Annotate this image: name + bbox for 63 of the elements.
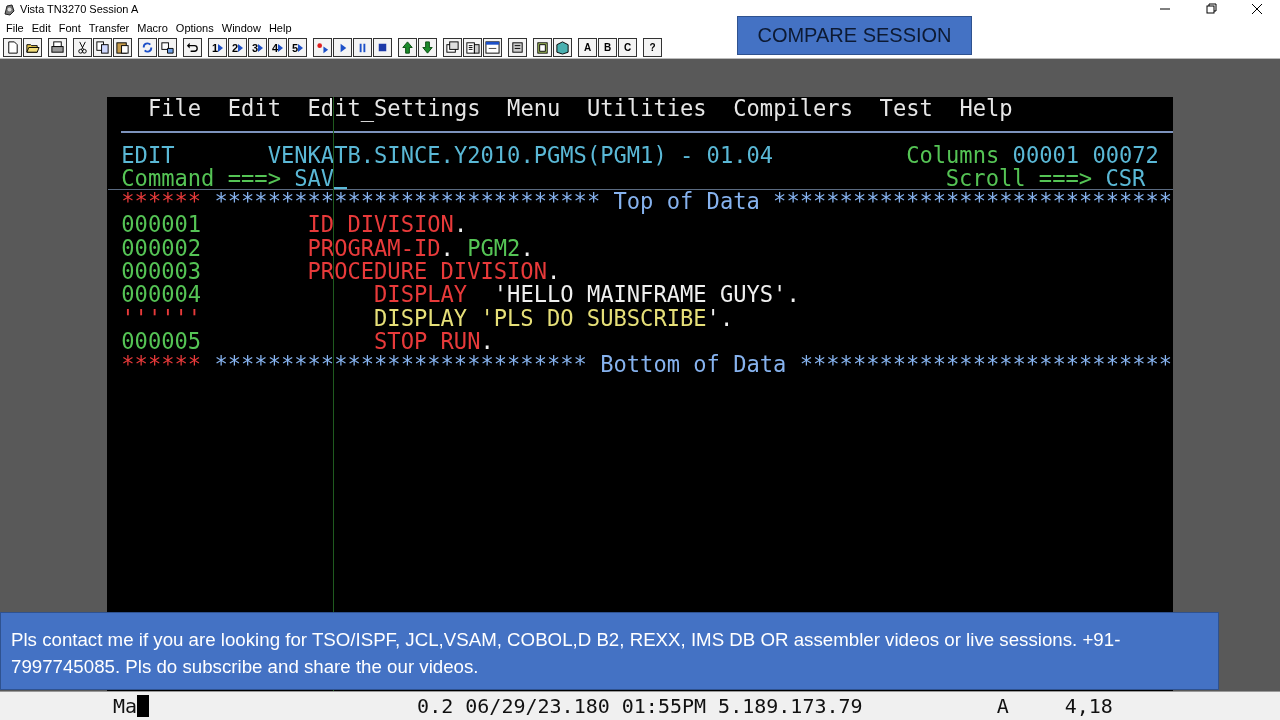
toolbar-button[interactable]: B [598,38,617,57]
arrow-icon [238,43,244,52]
code-text: . [520,234,534,261]
up-icon[interactable] [398,38,417,57]
code-text: PGM2 [467,234,521,261]
action-bar-item[interactable]: Help [959,97,1013,121]
toolbar-button[interactable]: A [578,38,597,57]
cursor-position: 4,18 [1064,694,1113,718]
macro-button[interactable]: 1 [208,38,227,57]
data-marker: ****** [121,351,202,378]
refresh-icon[interactable] [138,38,157,57]
stop-icon[interactable] [373,38,392,57]
action-bar-item[interactable]: Utilities [586,97,707,121]
open-icon[interactable] [23,38,42,57]
action-bar-item[interactable]: Edit_Settings [307,97,481,121]
screen-icon[interactable] [483,38,502,57]
action-bar-item[interactable]: Test [879,97,933,121]
menubar-entry[interactable]: Help [264,21,296,34]
swap-icon[interactable] [158,38,177,57]
action-bar-item[interactable]: Compilers [733,97,853,121]
action-bar-item[interactable]: Menu [507,97,561,121]
menubar-entry[interactable]: Transfer [84,21,134,34]
mode-indicator: A [996,694,1009,718]
arrow-icon [298,43,304,52]
arrow-icon [258,43,264,52]
app-icon [3,2,16,16]
clipboard-icon[interactable] [533,38,552,57]
action-bar-item[interactable]: File [147,97,202,121]
paste-icon[interactable] [113,38,132,57]
cut-icon[interactable] [73,38,92,57]
menubar-entry[interactable]: Macro [133,21,172,34]
menubar-entry[interactable]: Edit [27,21,55,34]
print-icon[interactable] [48,38,67,57]
pages-icon[interactable] [463,38,482,57]
macro-button[interactable]: 2 [228,38,247,57]
toolbar-button[interactable]: C [618,38,637,57]
text-cursor [334,186,348,189]
macro-button[interactable]: 3 [248,38,267,57]
play-icon[interactable] [333,38,352,57]
macro-button[interactable]: 4 [268,38,287,57]
arrow-icon [278,43,284,52]
down-icon[interactable] [418,38,437,57]
menubar-entry[interactable]: Options [171,21,218,34]
session-info: 0.2 06/29/23.180 01:55PM 5.189.173.79 [417,694,863,718]
windows-icon[interactable] [443,38,462,57]
caption-banner: COMPARE SESSION [737,16,972,55]
data-marker: **************************** Bottom of Data **************************** [214,351,1173,378]
block-cursor [137,695,150,717]
menubar-entry[interactable]: Font [54,21,85,34]
new-icon[interactable] [3,38,22,57]
undo-icon[interactable] [183,38,202,57]
menubar-entry[interactable]: File [2,21,28,34]
copy-icon[interactable] [93,38,112,57]
record-icon[interactable] [313,38,332,57]
arrow-icon [218,43,224,52]
window-title: Vista TN3270 Session A [20,3,140,15]
toolbar-button[interactable]: ? [643,38,662,57]
action-bar-item[interactable]: Edit [227,97,281,121]
pause-icon[interactable] [353,38,372,57]
input-text: Ma [113,694,138,718]
caption-note: Pls contact me if you are looking for TSO/ISPF, JCL,VSAM, COBOL,D B2, REXX, IMS DB OR assembler videos or live sessions. +91-7997745085. Pls do subscribe and share the our videos. [0,612,1219,690]
menubar-entry[interactable]: Window [217,21,265,34]
macro-button[interactable]: 5 [288,38,307,57]
